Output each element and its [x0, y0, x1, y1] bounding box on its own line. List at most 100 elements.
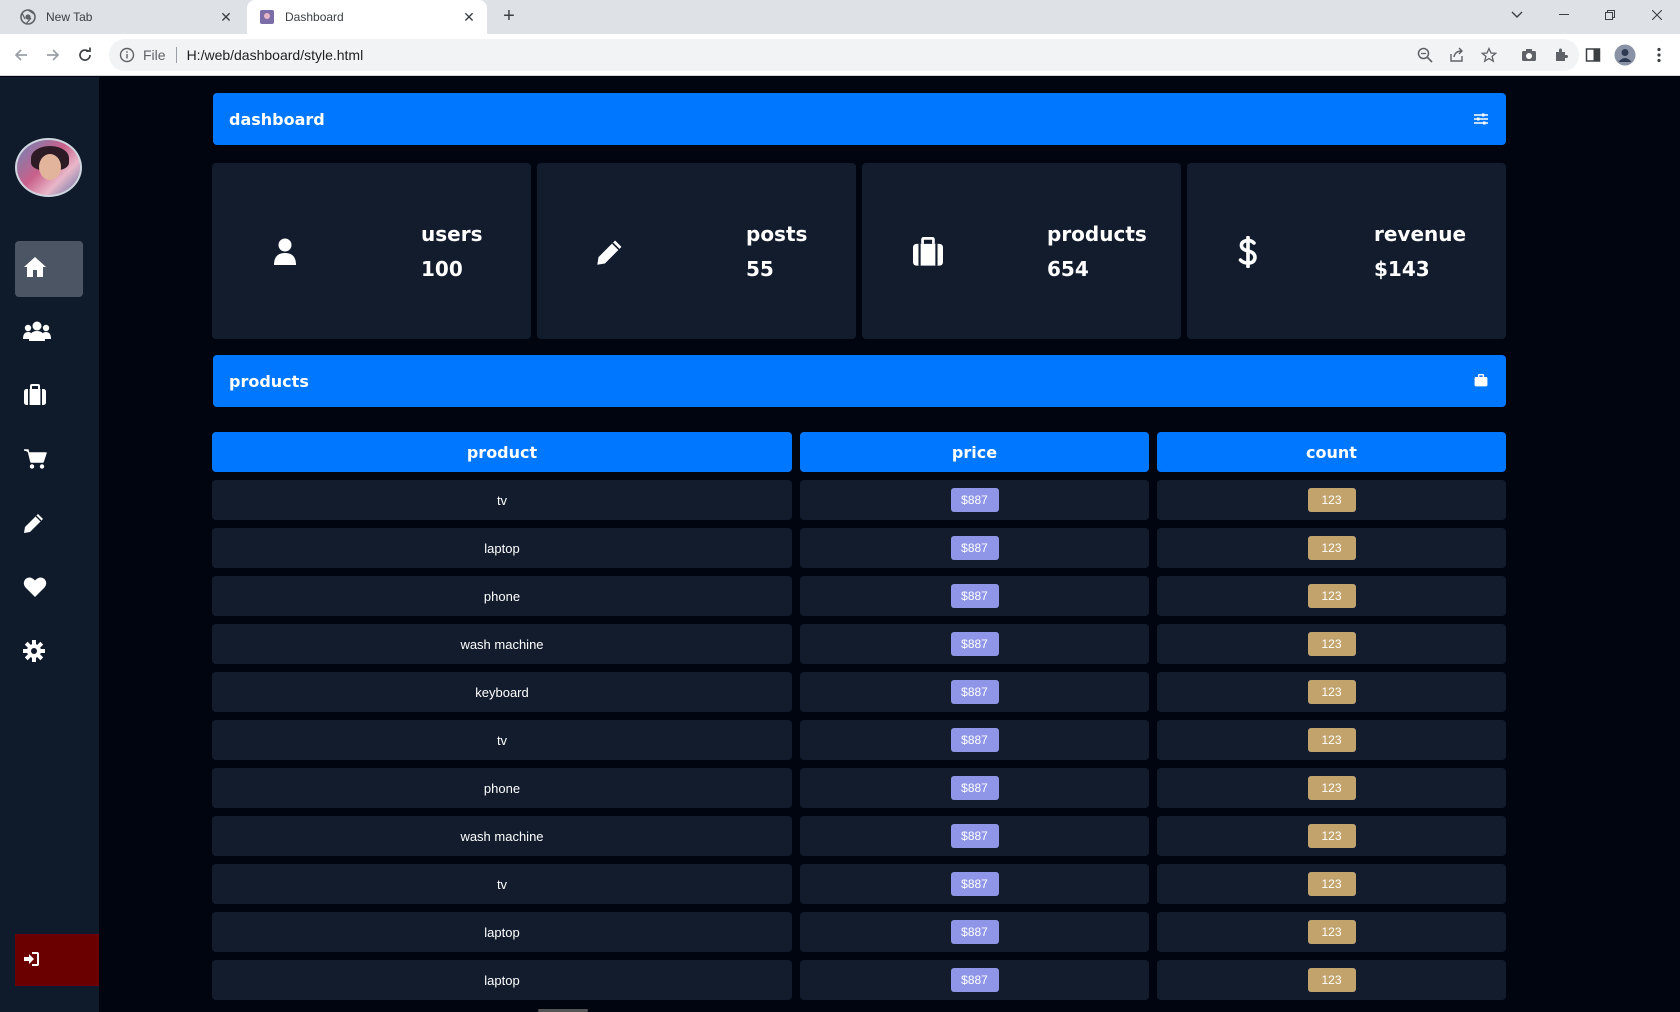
extensions-icon[interactable] — [1549, 43, 1573, 67]
stat-card-posts: posts 55 — [537, 163, 856, 339]
reload-button[interactable] — [72, 42, 98, 68]
tab-title: New Tab — [46, 10, 93, 24]
product-cell: keyboard — [212, 672, 792, 712]
user-icon — [268, 235, 302, 269]
restore-button[interactable] — [1587, 0, 1633, 30]
product-cell: phone — [212, 576, 792, 616]
side-panel-icon[interactable] — [1581, 43, 1605, 67]
table-row: tv $887 123 — [0, 864, 1680, 912]
product-cell: tv — [212, 720, 792, 760]
count-cell: 123 — [1157, 768, 1506, 808]
price-badge: $887 — [950, 824, 999, 848]
count-badge: 123 — [1307, 920, 1356, 944]
address-bar[interactable]: File H:/web/dashboard/style.html — [109, 39, 1579, 71]
stat-card-users: users 100 — [212, 163, 531, 339]
star-icon[interactable] — [1477, 43, 1501, 67]
count-cell: 123 — [1157, 912, 1506, 952]
divider — [175, 47, 177, 63]
column-header-count[interactable]: count — [1157, 432, 1506, 472]
close-tab-icon[interactable]: ✕ — [216, 7, 236, 27]
price-cell: $887 — [800, 528, 1149, 568]
home-icon — [23, 256, 47, 282]
price-badge: $887 — [950, 872, 999, 896]
count-badge: 123 — [1307, 680, 1356, 704]
camera-icon[interactable] — [1517, 43, 1541, 67]
stat-value: 55 — [746, 257, 774, 281]
page-favicon-icon — [259, 9, 275, 25]
product-cell: laptop — [212, 912, 792, 952]
cart-icon — [23, 448, 47, 474]
dashboard-header: dashboard — [213, 93, 1506, 145]
price-badge: $887 — [950, 536, 999, 560]
briefcase-icon — [23, 384, 47, 410]
stat-card-products: products 654 — [862, 163, 1181, 339]
briefcase-icon — [911, 235, 945, 269]
stat-card-revenue: revenue $143 — [1187, 163, 1506, 339]
price-cell: $887 — [800, 960, 1149, 1000]
price-cell: $887 — [800, 816, 1149, 856]
stat-value: $143 — [1374, 257, 1430, 281]
products-table-body: tv $887 123 laptop $887 123 phone $887 1… — [0, 480, 1680, 1008]
page-content: dashboard users 100 posts 55 products 65… — [0, 77, 1680, 1012]
stat-label: users — [421, 222, 483, 246]
share-icon[interactable] — [1445, 43, 1469, 67]
close-window-button[interactable] — [1634, 0, 1680, 30]
briefcase-icon[interactable] — [1474, 372, 1488, 391]
table-row: phone $887 123 — [0, 768, 1680, 816]
zoom-icon[interactable] — [1413, 43, 1437, 67]
table-row: wash machine $887 123 — [0, 624, 1680, 672]
product-cell: phone — [212, 768, 792, 808]
back-button[interactable] — [8, 42, 34, 68]
profile-avatar-icon[interactable] — [1613, 43, 1637, 67]
scheme-label: File — [143, 47, 166, 63]
price-badge: $887 — [950, 680, 999, 704]
count-cell: 123 — [1157, 816, 1506, 856]
minimize-button[interactable] — [1541, 0, 1587, 30]
new-tab-button[interactable]: + — [498, 6, 520, 28]
price-cell: $887 — [800, 576, 1149, 616]
sidebar-item-products[interactable] — [15, 369, 83, 425]
stat-label: products — [1047, 222, 1147, 246]
table-row: tv $887 123 — [0, 720, 1680, 768]
tab-search-icon[interactable] — [1494, 0, 1540, 30]
sliders-icon[interactable] — [1474, 110, 1488, 129]
browser-menu-icon[interactable] — [1647, 43, 1671, 67]
tab-dashboard[interactable]: Dashboard ✕ — [247, 0, 487, 34]
count-badge: 123 — [1307, 824, 1356, 848]
count-badge: 123 — [1307, 488, 1356, 512]
sidebar-item-home[interactable] — [15, 241, 83, 297]
product-cell: wash machine — [212, 816, 792, 856]
users-icon — [23, 320, 51, 346]
table-row: keyboard $887 123 — [0, 672, 1680, 720]
count-cell: 123 — [1157, 624, 1506, 664]
column-header-price[interactable]: price — [800, 432, 1149, 472]
price-badge: $887 — [950, 776, 999, 800]
sidebar-item-users[interactable] — [15, 305, 83, 361]
price-badge: $887 — [950, 728, 999, 752]
avatar[interactable] — [15, 138, 82, 197]
products-header: products — [213, 355, 1506, 407]
price-cell: $887 — [800, 864, 1149, 904]
column-header-product[interactable]: product — [212, 432, 792, 472]
count-badge: 123 — [1307, 728, 1356, 752]
table-row: laptop $887 123 — [0, 528, 1680, 576]
close-tab-icon[interactable]: ✕ — [459, 7, 479, 27]
product-cell: laptop — [212, 960, 792, 1000]
tab-title: Dashboard — [285, 10, 344, 24]
count-badge: 123 — [1307, 584, 1356, 608]
count-cell: 123 — [1157, 672, 1506, 712]
product-cell: laptop — [212, 528, 792, 568]
product-cell: tv — [212, 480, 792, 520]
chrome-icon — [20, 9, 36, 25]
table-row: tv $887 123 — [0, 480, 1680, 528]
count-badge: 123 — [1307, 632, 1356, 656]
info-icon[interactable] — [119, 47, 135, 63]
table-row: laptop $887 123 — [0, 960, 1680, 1008]
count-cell: 123 — [1157, 720, 1506, 760]
count-badge: 123 — [1307, 968, 1356, 992]
price-badge: $887 — [950, 488, 999, 512]
tab-new-tab[interactable]: New Tab ✕ — [8, 0, 244, 34]
url-text[interactable]: H:/web/dashboard/style.html — [187, 47, 364, 63]
forward-button[interactable] — [40, 42, 66, 68]
table-row: phone $887 123 — [0, 576, 1680, 624]
